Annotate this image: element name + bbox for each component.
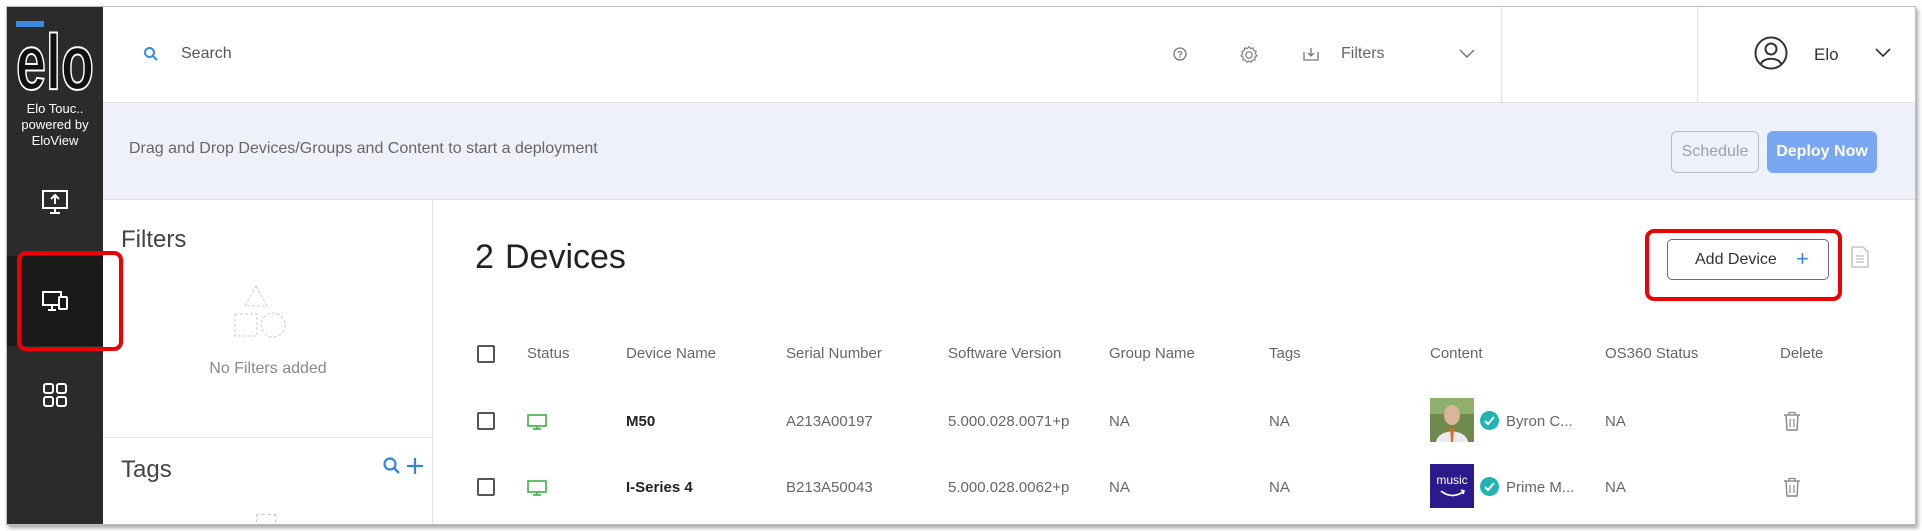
elo-logo: elo <box>15 19 95 93</box>
device-name[interactable]: I-Series 4 <box>626 479 693 496</box>
os360-status: NA <box>1605 413 1626 430</box>
tags-empty-shape <box>256 514 276 524</box>
column-header-tags[interactable]: Tags <box>1269 345 1301 362</box>
row-checkbox[interactable] <box>477 412 495 430</box>
svg-text:elo: elo <box>16 19 94 93</box>
content-name[interactable]: Prime M... <box>1506 479 1574 496</box>
device-count: 2 <box>475 238 494 276</box>
help-icon[interactable]: ? <box>1173 47 1187 61</box>
user-avatar-icon[interactable] <box>1754 36 1788 70</box>
trash-icon[interactable] <box>1783 477 1801 497</box>
trash-icon[interactable] <box>1783 411 1801 431</box>
search-icon[interactable] <box>143 46 159 62</box>
filters-title: Filters <box>121 226 187 253</box>
group-name: NA <box>1109 479 1130 496</box>
device-name[interactable]: M50 <box>626 413 655 430</box>
gear-icon[interactable] <box>1239 45 1259 65</box>
svg-text:music: music <box>1436 473 1467 487</box>
column-header-content[interactable]: Content <box>1430 345 1483 362</box>
topbar-divider <box>1697 7 1698 103</box>
column-header-group-name[interactable]: Group Name <box>1109 345 1195 362</box>
top-bar: ? Filters Elo <box>103 7 1915 103</box>
org-name-line2: powered by <box>21 117 89 132</box>
panel-divider <box>103 437 433 438</box>
column-header-device-name[interactable]: Device Name <box>626 345 716 362</box>
add-tag-icon[interactable] <box>405 456 425 476</box>
filters-panel: Filters No Filters added Tags <box>103 200 433 524</box>
chevron-down-icon[interactable] <box>1459 49 1475 58</box>
monitor-status-icon <box>527 480 547 496</box>
document-export-icon[interactable] <box>1851 246 1869 268</box>
content-name[interactable]: Byron C... <box>1506 413 1573 430</box>
deployment-hint: Drag and Drop Devices/Groups and Content… <box>129 140 598 157</box>
content-deployed-check-icon <box>1480 477 1499 496</box>
grid-apps-icon <box>43 383 67 407</box>
org-name-line1: Elo Touc.. <box>26 101 84 116</box>
column-header-status[interactable]: Status <box>527 345 570 362</box>
software-version: 5.000.028.0071+p <box>948 413 1070 430</box>
tags-value: NA <box>1269 413 1290 430</box>
tags-value: NA <box>1269 479 1290 496</box>
no-filters-text: No Filters added <box>209 360 327 377</box>
app-window: elo Elo Touc.. powered by EloView Search… <box>6 6 1916 525</box>
sidebar-item-apps[interactable] <box>7 350 103 440</box>
amazon-music-logo-thumbnail[interactable]: music <box>1430 464 1474 508</box>
sidebar-item-upload[interactable] <box>7 157 103 247</box>
select-all-checkbox[interactable] <box>477 345 495 363</box>
tags-title: Tags <box>121 456 172 483</box>
svg-text:?: ? <box>1177 50 1183 60</box>
content-deployed-check-icon <box>1480 411 1499 430</box>
deploy-now-button[interactable]: Deploy Now <box>1767 131 1877 173</box>
row-checkbox[interactable] <box>477 478 495 496</box>
tag-search-icon[interactable] <box>382 456 402 476</box>
content-thumbnail-photo[interactable] <box>1430 398 1474 442</box>
software-version: 5.000.028.0062+p <box>948 479 1070 496</box>
column-header-os360-status[interactable]: OS360 Status <box>1605 345 1698 362</box>
search-input[interactable] <box>181 41 781 67</box>
highlight-add-device <box>1645 229 1842 301</box>
org-name: Elo Touc.. powered by EloView <box>7 101 103 149</box>
chevron-down-icon[interactable] <box>1875 48 1891 57</box>
column-header-delete: Delete <box>1780 345 1824 362</box>
column-header-software-version[interactable]: Software Version <box>948 345 1061 362</box>
column-header-serial-number[interactable]: Serial Number <box>786 345 882 362</box>
filters-dropdown-label[interactable]: Filters <box>1341 45 1385 63</box>
org-name-line3: EloView <box>31 133 79 148</box>
highlight-devices-nav <box>17 251 123 351</box>
os360-status: NA <box>1605 479 1626 496</box>
empty-shapes-icon <box>234 284 286 338</box>
download-filter-icon[interactable] <box>1303 47 1319 61</box>
device-count-label: Devices <box>505 238 626 276</box>
group-name: NA <box>1109 413 1130 430</box>
topbar-divider <box>1501 7 1502 103</box>
serial-number: B213A50043 <box>786 479 873 496</box>
schedule-button[interactable]: Schedule <box>1671 131 1759 173</box>
monitor-status-icon <box>527 414 547 430</box>
upload-screen-icon <box>42 190 68 214</box>
deployment-banner: Drag and Drop Devices/Groups and Content… <box>103 103 1915 200</box>
user-name[interactable]: Elo <box>1814 45 1839 65</box>
serial-number: A213A00197 <box>786 413 873 430</box>
